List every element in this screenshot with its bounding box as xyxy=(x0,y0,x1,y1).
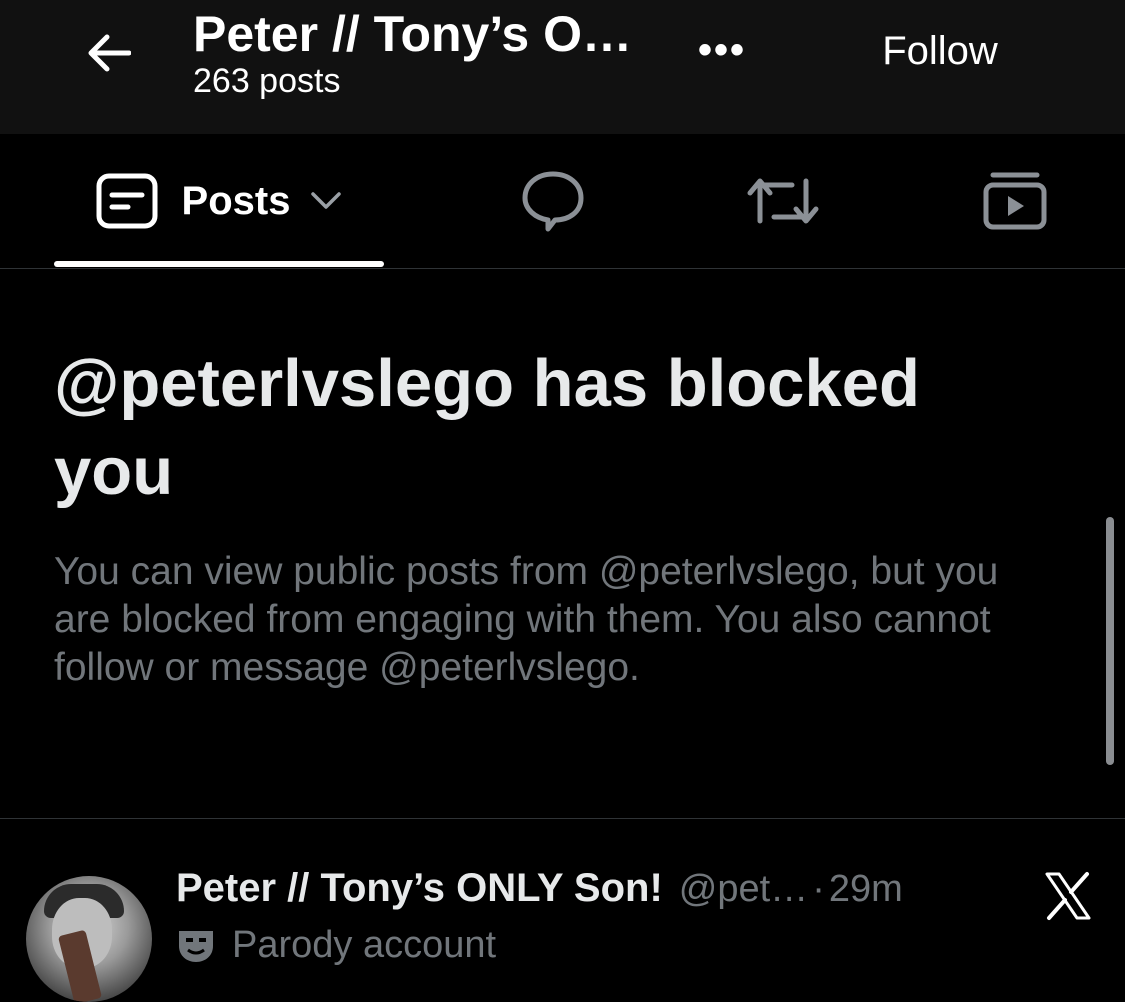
post-header: Peter // Tony’s ONLY Son! @pet… · 29m xyxy=(176,866,903,922)
profile-header: Peter // Tony’s O… 263 posts ••• Follow xyxy=(0,0,1125,134)
tab-reposts[interactable] xyxy=(730,134,836,268)
more-icon[interactable]: ••• xyxy=(692,28,752,72)
header-title-group: Peter // Tony’s O… 263 posts xyxy=(193,6,632,100)
post-display-name[interactable]: Peter // Tony’s ONLY Son! xyxy=(176,866,663,911)
parody-mask-icon xyxy=(179,930,213,962)
post-handle[interactable]: @pet… xyxy=(679,868,808,911)
back-arrow-icon xyxy=(88,34,131,72)
tab-media[interactable] xyxy=(962,134,1068,268)
media-icon xyxy=(983,172,1047,230)
parody-label: Parody account xyxy=(176,924,496,967)
tab-replies[interactable] xyxy=(500,134,606,268)
avatar[interactable] xyxy=(26,876,152,1002)
follow-button[interactable]: Follow xyxy=(860,22,1020,80)
tab-posts[interactable]: Posts xyxy=(54,134,384,268)
divider xyxy=(0,818,1125,819)
tab-posts-label: Posts xyxy=(181,178,291,223)
active-tab-indicator xyxy=(54,261,384,267)
back-button[interactable] xyxy=(80,28,136,78)
blocked-description: You can view public posts from @peterlvs… xyxy=(54,550,999,689)
parody-text: Parody account xyxy=(232,924,497,966)
profile-tabs: Posts xyxy=(0,134,1125,269)
post-separator: · xyxy=(812,868,825,910)
chevron-down-icon[interactable] xyxy=(310,191,342,211)
x-logo-icon xyxy=(1040,866,1096,926)
repost-icon xyxy=(747,178,819,224)
posts-tab-icon xyxy=(96,173,158,229)
reply-bubble-icon xyxy=(522,171,584,232)
profile-name: Peter // Tony’s O… xyxy=(193,6,632,62)
post-time: 29m xyxy=(828,868,903,910)
blocked-title: @peterlvslego has blocked you xyxy=(54,346,920,509)
scrollbar[interactable] xyxy=(1106,517,1114,765)
post-count: 263 posts xyxy=(193,62,341,100)
